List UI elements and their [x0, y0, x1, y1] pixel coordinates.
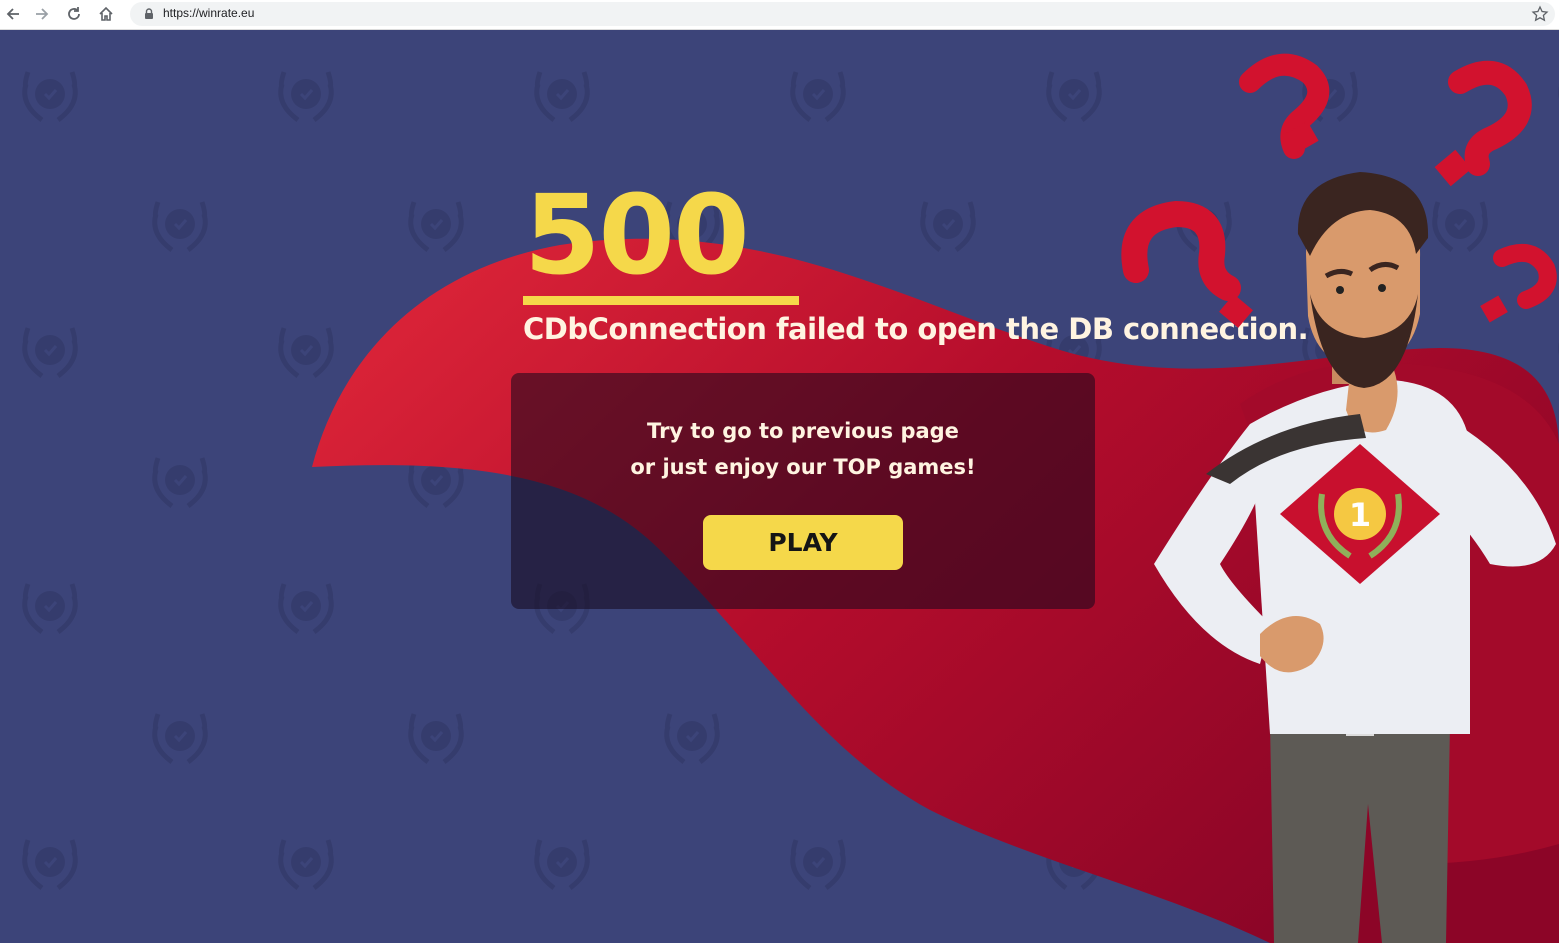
play-button[interactable]: PLAY: [703, 515, 903, 570]
error-code-underline: [523, 296, 799, 305]
lock-icon: [145, 8, 153, 19]
address-bar[interactable]: https://winrate.eu: [130, 2, 1555, 26]
error-code: 500: [524, 171, 750, 299]
back-arrow-icon[interactable]: [2, 3, 24, 25]
url-text: https://winrate.eu: [163, 6, 255, 20]
suggestion-line-1: Try to go to previous page: [647, 419, 959, 443]
superhero-illustration: 1: [1121, 53, 1559, 943]
star-icon[interactable]: [1531, 5, 1549, 23]
suggestion-line-2: or just enjoy our TOP games!: [630, 455, 976, 479]
suggestion-panel: Try to go to previous page or just enjoy…: [511, 373, 1095, 609]
browser-toolbar: https://winrate.eu: [0, 0, 1559, 30]
badge-number: 1: [1349, 496, 1371, 534]
forward-arrow-icon[interactable]: [31, 3, 53, 25]
reload-icon[interactable]: [63, 3, 85, 25]
home-icon[interactable]: [95, 3, 117, 25]
error-page: 500 CDbConnection failed to open the DB …: [0, 30, 1559, 943]
